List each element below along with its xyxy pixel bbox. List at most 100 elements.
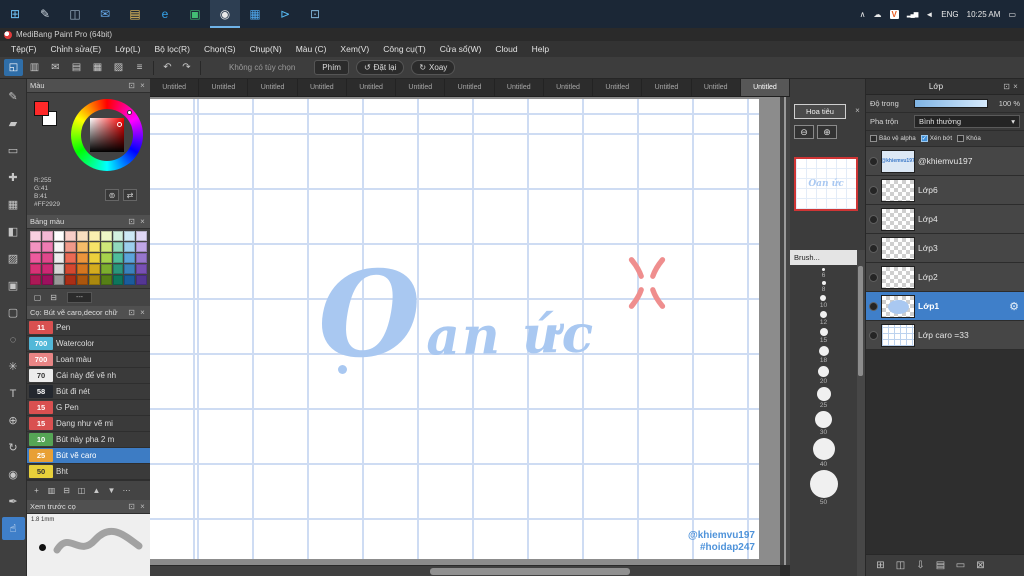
layer-visibility-dot[interactable] <box>869 330 878 340</box>
wand-tool-icon[interactable]: ✳ <box>2 355 25 378</box>
layer-item[interactable]: Lớp caro =33 <box>866 321 1024 350</box>
scrollbar-thumb[interactable] <box>858 266 863 376</box>
palette-swatch[interactable] <box>53 242 65 252</box>
layer-visibility-dot[interactable] <box>869 243 878 253</box>
close-icon[interactable]: × <box>138 502 147 511</box>
brush-settings-button[interactable]: ⋯ <box>120 484 133 497</box>
reset-rotation-button[interactable]: ↺ Đặt lại <box>355 60 405 75</box>
palette-swatch[interactable] <box>77 253 88 263</box>
brush-folder-button[interactable]: ▥ <box>45 484 58 497</box>
layer-visibility-dot[interactable] <box>869 156 878 166</box>
palette-swatch[interactable] <box>136 253 147 263</box>
palette-swatch[interactable] <box>136 242 147 252</box>
palette-swatch[interactable] <box>89 264 100 274</box>
add-brush-button[interactable]: + <box>30 484 43 497</box>
palette-swatch[interactable] <box>124 264 136 274</box>
clock[interactable]: 10:25 AM <box>967 10 1001 19</box>
shape-tool-icon[interactable]: ▣ <box>2 274 25 297</box>
brush-item[interactable]: 70 Cái này để vẽ nh <box>27 368 150 384</box>
text-tool-icon[interactable]: T <box>2 382 25 405</box>
brush-size-option[interactable]: 30 <box>815 411 832 436</box>
blend-mode-select[interactable]: Bình thường ▾ <box>914 115 1020 128</box>
palette-swatch[interactable] <box>100 231 112 241</box>
menu-item-1[interactable]: Chỉnh sửa(E) <box>44 44 109 54</box>
document-tab[interactable]: Untitled <box>199 79 249 96</box>
dock-icon[interactable]: ⊡ <box>127 308 136 317</box>
picker-tool-icon[interactable]: ⊕ <box>2 409 25 432</box>
mail-app-icon[interactable]: ✉ <box>90 0 120 28</box>
edge-app-icon[interactable]: e <box>150 0 180 28</box>
close-icon[interactable]: × <box>853 106 862 115</box>
code-app-icon[interactable]: ⊳ <box>270 0 300 28</box>
palette-swatch[interactable] <box>112 275 124 285</box>
brush-size-option[interactable]: 15 <box>819 328 828 344</box>
palette-swatch[interactable] <box>77 264 88 274</box>
palette-swatch[interactable] <box>30 253 41 263</box>
save-icon[interactable]: ▥ <box>25 59 44 76</box>
hand-tool-icon[interactable]: ☝ <box>1 517 25 540</box>
eraser-tool-icon[interactable]: ▰ <box>2 112 25 135</box>
gradient-tool-icon[interactable]: ▨ <box>2 247 25 270</box>
brush-size-option[interactable]: 50 <box>809 470 838 506</box>
palette-swatch[interactable] <box>65 242 77 252</box>
color-wheel[interactable] <box>71 99 143 171</box>
vertical-scrollbar[interactable] <box>780 97 790 565</box>
zoom-out-button[interactable]: ⊖ <box>794 125 814 139</box>
brush-size-option[interactable]: 20 <box>818 366 829 385</box>
brush-size-option[interactable]: 6 <box>822 268 825 279</box>
new-folder-button[interactable]: ▭ <box>954 559 967 572</box>
palette-swatch[interactable] <box>89 231 100 241</box>
redo-button[interactable]: ↷ <box>177 59 196 76</box>
brush-item[interactable]: 11 Pen <box>27 320 150 336</box>
menu-item-11[interactable]: Help <box>525 44 556 54</box>
palette-preset-select[interactable]: --- <box>67 292 92 303</box>
close-icon[interactable]: × <box>138 217 147 226</box>
opacity-slider[interactable] <box>914 99 988 108</box>
palette-swatch[interactable] <box>53 275 65 285</box>
palette-swatch[interactable] <box>124 231 136 241</box>
marquee-tool-icon[interactable]: ▢ <box>2 301 25 324</box>
store-app-icon[interactable]: ▣ <box>180 0 210 28</box>
palette-swatch[interactable] <box>41 275 53 285</box>
brush-item[interactable]: 10 Bút này pha 2 m <box>27 432 150 448</box>
menu-item-5[interactable]: Chụp(N) <box>243 44 289 54</box>
palette-swatch[interactable] <box>41 253 53 263</box>
layer-item[interactable]: Lớp6 <box>866 176 1024 205</box>
network-icon[interactable]: ▂▄▆ <box>907 11 919 18</box>
palette-swatch[interactable] <box>30 242 41 252</box>
palette-swatch[interactable] <box>112 264 124 274</box>
close-icon[interactable]: × <box>138 81 147 90</box>
palette-swatch[interactable] <box>89 242 100 252</box>
duplicate-brush-button[interactable]: ◫ <box>75 484 88 497</box>
document-tab[interactable]: Untitled <box>248 79 298 96</box>
document-tab[interactable]: Untitled <box>150 79 200 96</box>
palette-swatch[interactable] <box>100 242 112 252</box>
merge-down-button[interactable]: ⇩ <box>914 559 927 572</box>
palette-swatch[interactable] <box>41 242 53 252</box>
swap-colors-button[interactable]: ⇄ <box>123 189 137 201</box>
menu-item-6[interactable]: Màu (C) <box>289 44 334 54</box>
tray-expand-icon[interactable]: ∧ <box>860 10 866 19</box>
brush-item[interactable]: 15 Dạng như vẽ mi <box>27 416 150 432</box>
layer-visibility-dot[interactable] <box>869 185 878 195</box>
brush-size-option[interactable]: 10 <box>820 295 827 309</box>
palette-swatch[interactable] <box>65 231 77 241</box>
onedrive-icon[interactable]: ☁ <box>874 10 882 19</box>
brush-item[interactable]: 58 Bút đi nét <box>27 384 150 400</box>
grid-tool-icon[interactable]: ▦ <box>2 193 25 216</box>
document-tab[interactable]: Untitled <box>544 79 594 96</box>
explorer-app-icon[interactable]: ▤ <box>120 0 150 28</box>
layer-visibility-dot[interactable] <box>869 272 878 282</box>
brush-item[interactable]: 50 Bht <box>27 464 150 480</box>
menu-item-10[interactable]: Cloud <box>488 44 524 54</box>
palette-swatch[interactable] <box>41 231 53 241</box>
close-icon[interactable]: × <box>138 308 147 317</box>
palette-swatch[interactable] <box>30 231 41 241</box>
dock-icon[interactable]: ⊡ <box>127 81 136 90</box>
web-color-button[interactable]: ⊚ <box>105 189 119 201</box>
pen-tool-icon[interactable]: ✒ <box>2 490 25 513</box>
navigator-title[interactable]: Hoa tiêu <box>794 104 846 119</box>
palette-swatch[interactable] <box>77 242 88 252</box>
foreground-color-swatch[interactable] <box>34 101 49 116</box>
chrome-app-icon[interactable]: ◉ <box>210 0 240 28</box>
